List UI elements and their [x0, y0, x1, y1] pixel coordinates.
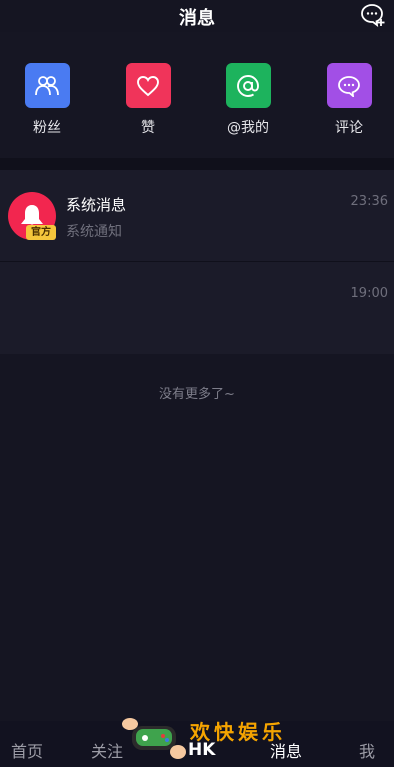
message-row-2[interactable]: 19:00 — [0, 262, 394, 354]
quick-action-label: @我的 — [227, 120, 269, 136]
header-bar: 消息 — [0, 0, 394, 32]
watermark-logo: 欢快娱乐 HK — [118, 710, 288, 767]
section-divider — [0, 158, 394, 170]
list-end-text: 没有更多了~ — [159, 387, 235, 402]
message-time: 19:00 — [350, 286, 388, 301]
fans-icon — [24, 63, 70, 108]
message-row-system[interactable]: 官方 系统消息 系统通知 23:36 — [0, 170, 394, 261]
tab-me[interactable]: 我 — [359, 738, 375, 762]
message-title: 系统消息 — [66, 196, 127, 214]
chat-add-icon[interactable] — [360, 3, 386, 28]
quick-action-label: 赞 — [141, 120, 155, 136]
tab-home[interactable]: 首页 — [11, 738, 43, 762]
message-preview: 系统通知 — [66, 224, 122, 240]
quick-action-comments[interactable]: 评论 — [319, 63, 379, 137]
message-time: 23:36 — [350, 194, 388, 209]
page-title: 消息 — [179, 8, 215, 29]
quick-action-likes[interactable]: 赞 — [118, 63, 178, 137]
quick-action-fans[interactable]: 粉丝 — [17, 63, 77, 137]
quick-action-label: 粉丝 — [33, 120, 61, 136]
official-badge: 官方 — [26, 225, 56, 240]
quick-action-label: 评论 — [335, 120, 363, 136]
quick-action-mentions[interactable]: @我的 — [218, 63, 278, 137]
game-controller-icon — [122, 718, 186, 759]
heart-icon — [125, 63, 171, 108]
at-icon — [225, 63, 271, 108]
quick-actions-row: 粉丝 赞 @我的 评论 — [0, 32, 394, 158]
comment-icon — [326, 63, 372, 108]
watermark-sub: HK — [188, 740, 216, 760]
